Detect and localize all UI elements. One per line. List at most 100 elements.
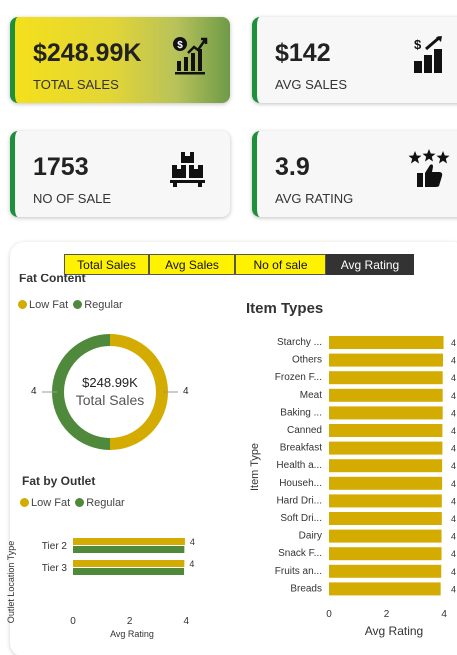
boxes-icon — [170, 152, 205, 187]
data-label: 4 — [451, 391, 456, 401]
data-label: 4 — [451, 338, 456, 348]
bar[interactable] — [329, 459, 443, 473]
y-axis-label: Item Type — [249, 443, 261, 491]
bar[interactable] — [329, 582, 441, 596]
y-tick-label: Hard Dri... — [276, 495, 322, 506]
x-tick-label: 0 — [70, 616, 76, 627]
kpi-value: 3.9 — [275, 153, 310, 181]
kpi-label: NO OF SALE — [33, 191, 112, 206]
bar[interactable] — [329, 476, 443, 490]
kpi-label: AVG RATING — [275, 191, 354, 206]
kpi-value: $142 — [275, 39, 331, 67]
donut-label-left: 4 — [31, 386, 37, 397]
x-tick-label: 0 — [326, 609, 332, 620]
kpi-value: $248.99K — [33, 39, 142, 67]
legend-low-fat: Low Fat — [31, 497, 71, 509]
y-tick-label: Frozen F... — [275, 372, 322, 383]
stars-thumb-icon — [408, 149, 450, 187]
y-axis-label: Outlet Location Type — [6, 541, 16, 623]
y-tick-label: Soft Dri... — [280, 513, 322, 524]
data-label: 4 — [451, 584, 456, 594]
y-tick-label: Meat — [300, 390, 322, 401]
legend-dot-regular — [75, 498, 85, 507]
x-axis-label: Avg Rating — [365, 624, 423, 638]
bar-regular[interactable] — [73, 568, 185, 575]
data-label: 4 — [451, 373, 456, 383]
bar[interactable] — [329, 512, 442, 525]
data-label: 4 — [190, 537, 195, 547]
data-label: 4 — [451, 479, 456, 489]
bar[interactable] — [329, 564, 442, 578]
data-label: 4 — [451, 444, 456, 454]
data-label: 4 — [451, 356, 456, 366]
y-tick-label: Health a... — [276, 460, 322, 471]
y-tick-label: Others — [292, 355, 322, 366]
data-label: 4 — [451, 496, 456, 506]
total-sales-button[interactable]: Total Sales — [64, 254, 149, 275]
bar[interactable] — [329, 441, 443, 455]
dollar-bar-icon: $ — [414, 35, 442, 73]
bar-low-fat[interactable] — [73, 560, 185, 567]
avg-sales-button[interactable]: Avg Sales — [149, 254, 235, 275]
y-tick-label: Breads — [290, 583, 322, 594]
y-tick-label: Baking ... — [280, 407, 322, 418]
bar[interactable] — [329, 406, 443, 420]
no-of-sale-button[interactable]: No of sale — [235, 254, 326, 275]
bar[interactable] — [329, 336, 444, 349]
y-tick-label: Dairy — [299, 531, 322, 542]
fat-content-legend: Low Fat Regular — [18, 299, 123, 311]
bar[interactable] — [329, 494, 442, 508]
y-tick-label: Househ... — [279, 478, 322, 489]
data-label: 4 — [451, 426, 456, 436]
y-tick-label: Starchy ... — [277, 337, 322, 348]
x-tick-label: 2 — [384, 609, 390, 620]
y-tick-label: Breakfast — [280, 443, 322, 454]
svg-text:$: $ — [177, 40, 183, 51]
avg-rating-button[interactable]: Avg Rating — [326, 254, 414, 275]
bar[interactable] — [329, 529, 442, 543]
kpi-label: TOTAL SALES — [33, 77, 119, 92]
bar[interactable] — [329, 547, 442, 561]
item-types-chart: Item Type Starchy ... 4 Others 4 Frozen F... 4… — [249, 336, 456, 638]
data-label: 4 — [451, 567, 456, 577]
kpi-card-total-sales: $248.99K TOTAL SALES $ — [10, 17, 230, 103]
donut-center-label: Total Sales — [75, 392, 145, 408]
data-label: 4 — [189, 559, 194, 569]
data-label: 4 — [451, 408, 456, 418]
legend-dot-regular — [73, 300, 83, 309]
sales-chart-icon: $ — [173, 37, 208, 75]
item-types-title: Item Types — [246, 300, 324, 317]
y-tick-label: Canned — [287, 425, 322, 436]
kpi-value: 1753 — [33, 153, 89, 181]
kpi-card-no-of-sale: 1753 NO OF SALE — [10, 131, 230, 217]
legend-dot-low-fat — [18, 300, 27, 309]
bar[interactable] — [329, 388, 443, 402]
bar-low-fat[interactable] — [73, 538, 185, 545]
x-tick-label: 4 — [184, 616, 190, 627]
fat-content-title: Fat Content — [19, 274, 86, 284]
kpi-label: AVG SALES — [275, 77, 348, 92]
fat-by-outlet-legend: Low Fat Regular — [20, 497, 125, 509]
x-axis-label: Avg Rating — [110, 629, 154, 639]
data-label: 4 — [451, 549, 456, 559]
y-tick-label: Snack F... — [278, 548, 322, 559]
data-label: 4 — [451, 461, 456, 471]
svg-text:$: $ — [414, 37, 422, 52]
donut-label-right: 4 — [183, 386, 189, 397]
bar[interactable] — [329, 353, 443, 367]
bar-regular[interactable] — [73, 546, 185, 553]
x-tick-label: 2 — [127, 616, 133, 627]
bar[interactable] — [329, 424, 443, 437]
y-tick-label: Tier 3 — [42, 563, 68, 574]
y-tick-label: Tier 2 — [42, 541, 68, 552]
y-tick-label: Fruits an... — [275, 566, 322, 577]
kpi-card-avg-sales: $142 AVG SALES $ — [252, 17, 457, 103]
data-label: 4 — [451, 514, 456, 524]
metric-selector: Total Sales Avg Sales No of sale Avg Rat… — [64, 254, 414, 275]
fat-by-outlet-title: Fat by Outlet — [22, 474, 96, 488]
legend-dot-low-fat — [20, 498, 29, 507]
legend-low-fat: Low Fat — [29, 299, 69, 311]
bar[interactable] — [329, 371, 443, 385]
x-tick-label: 4 — [441, 609, 447, 620]
donut-center-value: $248.99K — [82, 375, 138, 390]
